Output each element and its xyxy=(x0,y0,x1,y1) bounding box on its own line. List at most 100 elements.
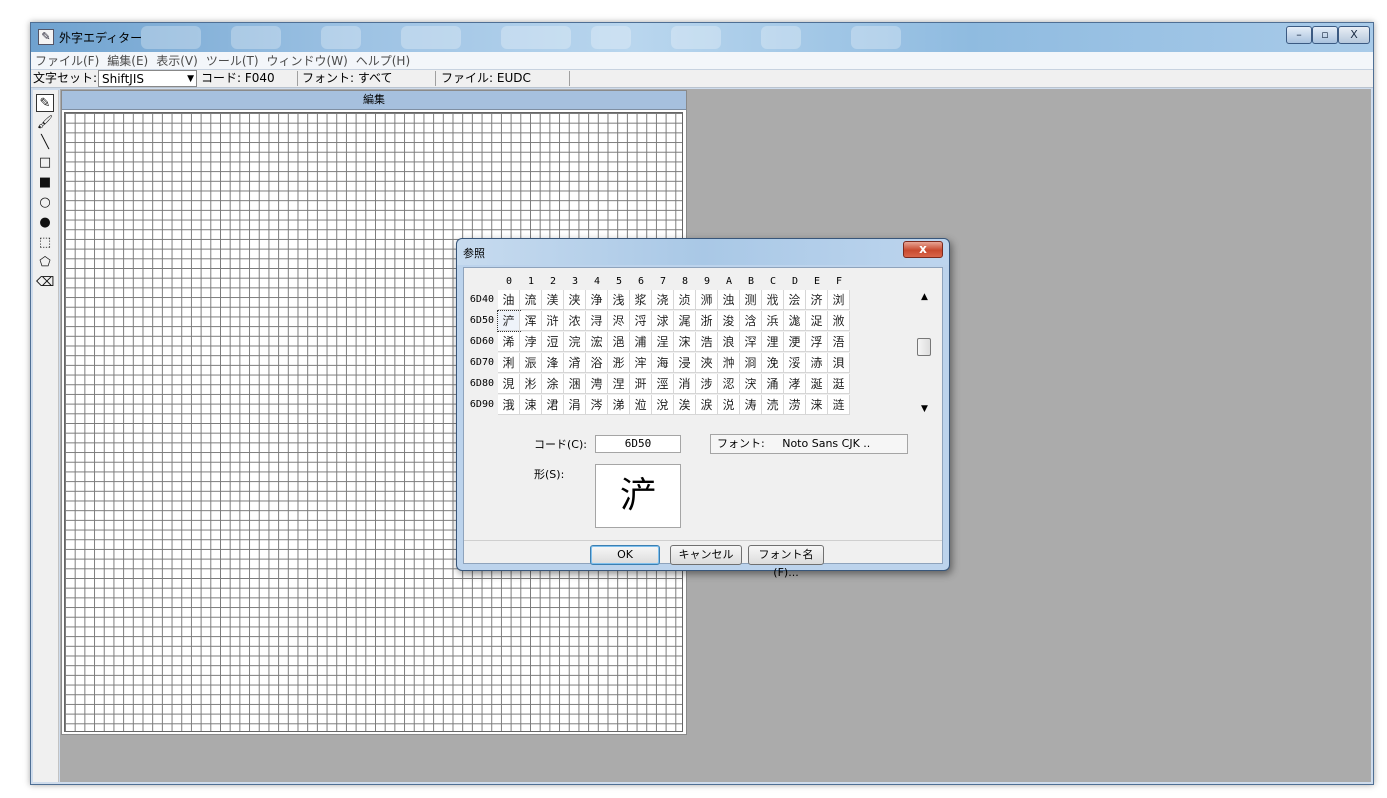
character-cell[interactable]: 浑 xyxy=(520,311,542,331)
pencil-tool-icon[interactable]: ✎ xyxy=(36,94,54,112)
character-cell[interactable]: 浤 xyxy=(586,332,608,352)
character-cell[interactable]: 浫 xyxy=(740,332,762,352)
character-cell[interactable]: 涜 xyxy=(762,395,784,415)
character-cell[interactable]: 浜 xyxy=(762,311,784,331)
character-cell[interactable]: 浠 xyxy=(498,332,520,352)
brush-tool-icon[interactable]: 🖌 xyxy=(36,114,54,132)
character-cell[interactable]: 涓 xyxy=(564,395,586,415)
cancel-button[interactable]: キャンセル xyxy=(670,545,742,565)
character-cell[interactable]: 涐 xyxy=(498,395,520,415)
hollow-ellipse-tool-icon[interactable]: ○ xyxy=(36,194,54,212)
character-cell[interactable]: 济 xyxy=(806,290,828,310)
character-cell[interactable]: 浅 xyxy=(608,290,630,310)
character-cell[interactable]: 涆 xyxy=(630,374,652,394)
character-cell[interactable]: 渼 xyxy=(542,290,564,310)
character-cell[interactable]: 浹 xyxy=(696,353,718,373)
eraser-tool-icon[interactable]: ⌫ xyxy=(36,274,54,292)
freeform-select-tool-icon[interactable]: ⬠ xyxy=(36,254,54,272)
character-cell[interactable]: 浩 xyxy=(696,332,718,352)
character-cell[interactable]: 涛 xyxy=(740,395,762,415)
character-cell[interactable]: 浪 xyxy=(718,332,740,352)
charset-select[interactable]: ShiftJIS ▼ xyxy=(98,70,197,87)
character-cell[interactable]: 浨 xyxy=(674,332,696,352)
character-cell[interactable]: 涗 xyxy=(652,395,674,415)
rectangle-select-tool-icon[interactable]: ⬚ xyxy=(36,234,54,252)
character-cell[interactable]: 涎 xyxy=(806,374,828,394)
character-cell[interactable]: 浉 xyxy=(696,290,718,310)
character-cell[interactable]: 浥 xyxy=(608,332,630,352)
filled-rectangle-tool-icon[interactable]: ■ xyxy=(36,174,54,192)
character-cell[interactable]: 浰 xyxy=(498,353,520,373)
maximize-button[interactable]: ▫ xyxy=(1312,26,1338,44)
character-cell[interactable]: 涍 xyxy=(784,374,806,394)
minimize-button[interactable]: – xyxy=(1286,26,1312,44)
character-cell[interactable]: 涝 xyxy=(784,395,806,415)
character-cell[interactable]: 流 xyxy=(520,290,542,310)
character-cell[interactable]: 浚 xyxy=(718,311,740,331)
character-cell[interactable]: 浧 xyxy=(652,332,674,352)
character-cell[interactable]: 浌 xyxy=(762,290,784,310)
character-cell[interactable]: 涚 xyxy=(718,395,740,415)
scroll-thumb[interactable] xyxy=(917,338,931,356)
close-button[interactable]: X xyxy=(1338,26,1370,44)
character-cell[interactable]: 涊 xyxy=(718,374,740,394)
character-cell[interactable]: 浯 xyxy=(828,332,850,352)
character-cell[interactable]: 浒 xyxy=(542,311,564,331)
character-cell[interactable]: 浴 xyxy=(586,353,608,373)
character-cell[interactable]: 涙 xyxy=(696,395,718,415)
character-cell[interactable]: 浖 xyxy=(630,311,652,331)
character-cell[interactable]: 浳 xyxy=(564,353,586,373)
character-cell[interactable]: 浶 xyxy=(630,353,652,373)
character-cell[interactable]: 浄 xyxy=(586,290,608,310)
character-cell[interactable]: 浿 xyxy=(828,353,850,373)
menu-file[interactable]: ファイル(F) xyxy=(31,52,103,70)
character-cell[interactable]: 测 xyxy=(740,290,762,310)
character-cell[interactable]: 涁 xyxy=(520,374,542,394)
menu-help[interactable]: ヘルプ(H) xyxy=(352,52,414,70)
character-cell[interactable]: 浇 xyxy=(652,290,674,310)
character-cell[interactable]: 浝 xyxy=(784,311,806,331)
character-cell[interactable]: 浙 xyxy=(696,311,718,331)
character-cell[interactable]: 涌 xyxy=(762,374,784,394)
character-cell[interactable]: 浗 xyxy=(652,311,674,331)
character-cell[interactable]: 浭 xyxy=(784,332,806,352)
character-cell[interactable]: 浃 xyxy=(564,290,586,310)
character-cell[interactable]: 涇 xyxy=(652,374,674,394)
character-cell[interactable]: 浲 xyxy=(542,353,564,373)
character-cell[interactable]: 浛 xyxy=(740,311,762,331)
character-cell[interactable]: 涖 xyxy=(630,395,652,415)
character-cell[interactable]: 浡 xyxy=(520,332,542,352)
character-cell[interactable]: 浔 xyxy=(586,311,608,331)
character-cell[interactable]: 涕 xyxy=(608,395,630,415)
character-cell[interactable]: 涘 xyxy=(674,395,696,415)
character-cell[interactable]: 浞 xyxy=(806,311,828,331)
menu-tools[interactable]: ツール(T) xyxy=(202,52,263,70)
code-field[interactable]: 6D50 xyxy=(595,435,681,453)
character-cell[interactable]: 海 xyxy=(652,353,674,373)
character-cell[interactable]: 浻 xyxy=(740,353,762,373)
scroll-up-icon[interactable]: ▲ xyxy=(916,290,933,304)
filled-ellipse-tool-icon[interactable]: ● xyxy=(36,214,54,232)
menu-edit[interactable]: 編集(E) xyxy=(103,52,152,70)
menu-view[interactable]: 表示(V) xyxy=(152,52,202,70)
character-cell[interactable]: 浓 xyxy=(564,311,586,331)
character-cell[interactable]: 浽 xyxy=(784,353,806,373)
character-cell[interactable]: 涞 xyxy=(806,395,828,415)
character-cell[interactable]: 浢 xyxy=(542,332,564,352)
character-cell[interactable]: 浈 xyxy=(674,290,696,310)
character-cell[interactable]: 浦 xyxy=(630,332,652,352)
character-cell[interactable]: 涋 xyxy=(740,374,762,394)
character-cell[interactable]: 涀 xyxy=(498,374,520,394)
character-cell[interactable]: 浼 xyxy=(762,353,784,373)
character-cell[interactable]: 涏 xyxy=(828,374,850,394)
character-cell[interactable]: 浆 xyxy=(630,290,652,310)
character-cell[interactable]: 浐 xyxy=(497,310,521,332)
character-cell[interactable]: 涔 xyxy=(586,395,608,415)
character-cell[interactable]: 涒 xyxy=(542,395,564,415)
character-cell[interactable]: 浍 xyxy=(784,290,806,310)
character-grid-scrollbar[interactable]: ▲ ▼ xyxy=(916,290,933,416)
character-cell[interactable]: 浱 xyxy=(520,353,542,373)
character-cell[interactable]: 浾 xyxy=(806,353,828,373)
hollow-rectangle-tool-icon[interactable]: □ xyxy=(36,154,54,172)
character-cell[interactable]: 浺 xyxy=(718,353,740,373)
